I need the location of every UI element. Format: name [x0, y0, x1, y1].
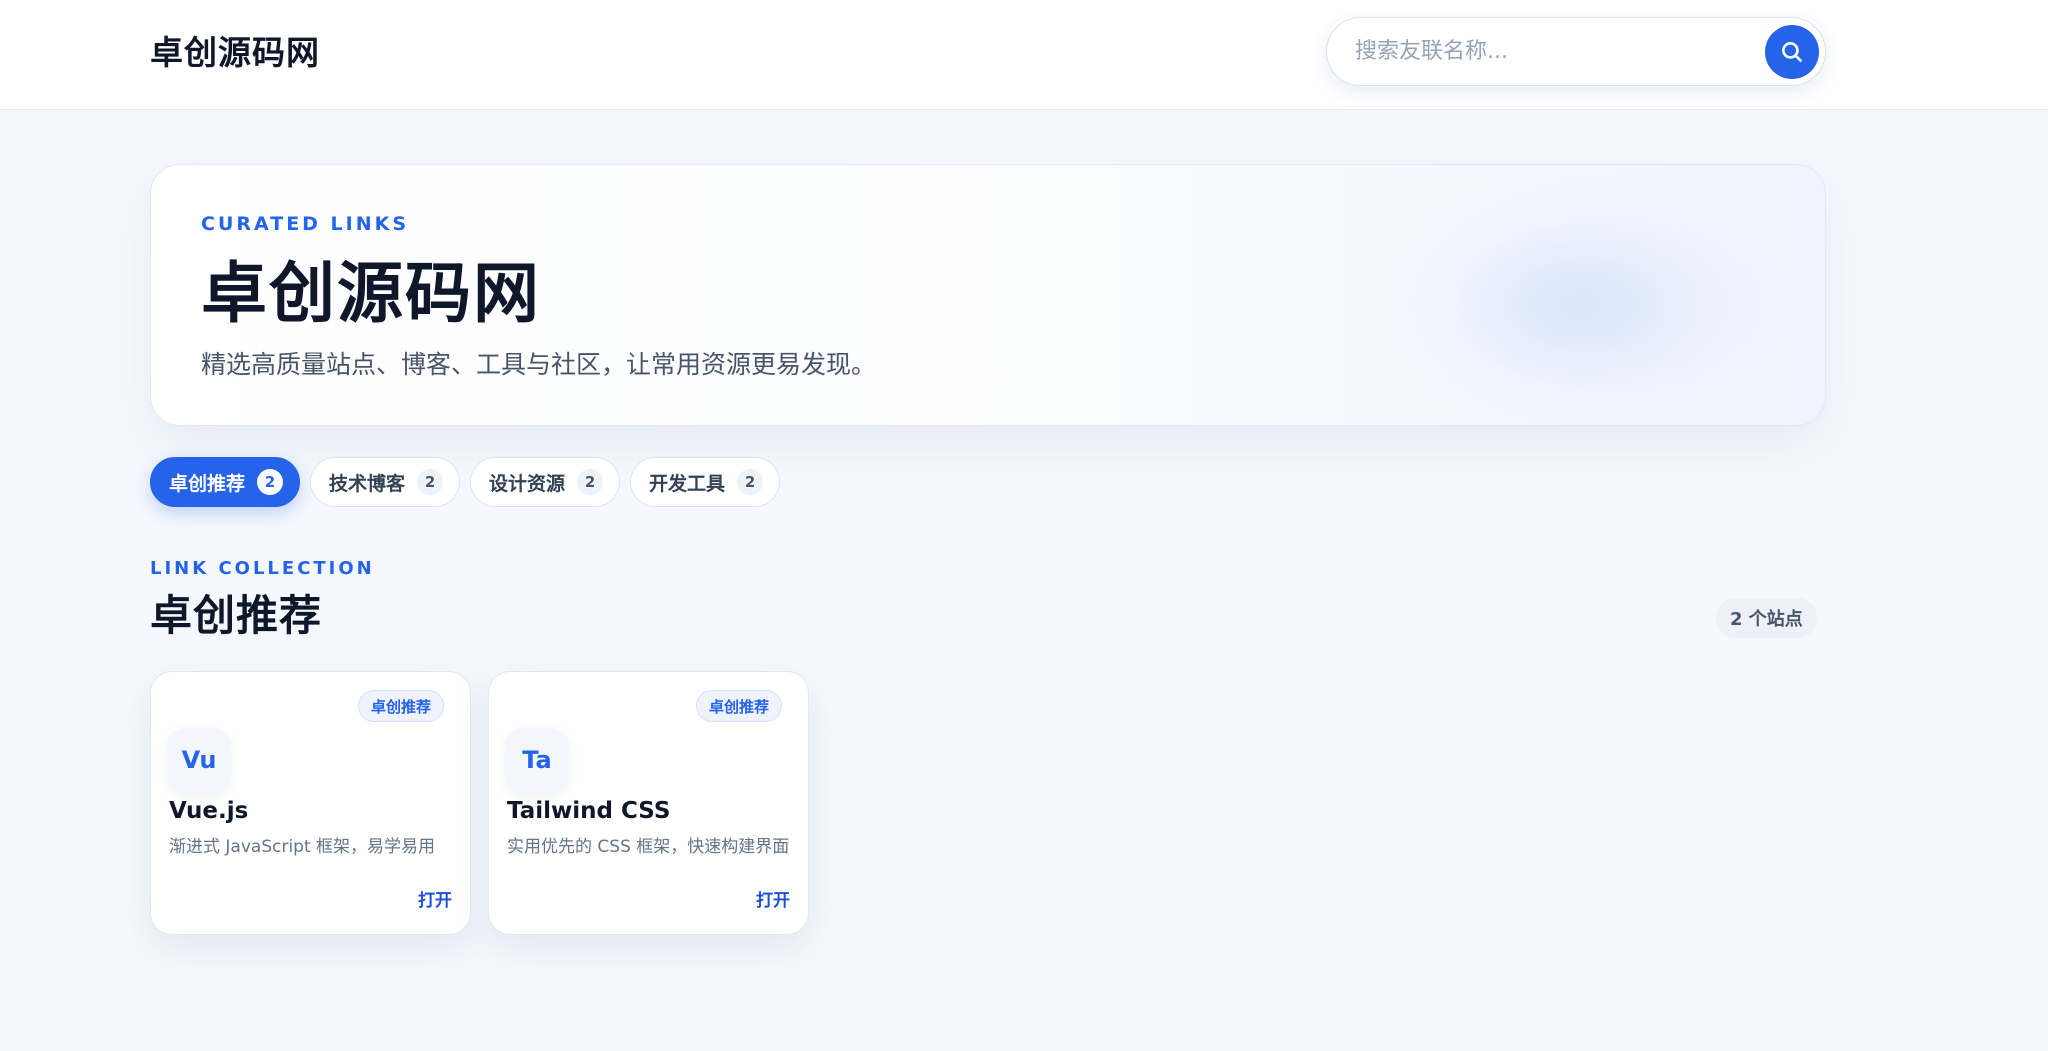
tab-count-badge: 2	[257, 469, 284, 495]
card-logo: Ta	[505, 728, 569, 792]
hero-banner: CURATED LINKS 卓创源码网 精选高质量站点、博客、工具与社区，让常用…	[150, 164, 1826, 426]
hero-subtitle: 精选高质量站点、博客、工具与社区，让常用资源更易发现。	[201, 350, 877, 379]
tab-count-badge: 2	[577, 469, 604, 495]
tab-zhuochuang-recommend[interactable]: 卓创推荐 2	[150, 457, 301, 507]
card-description: 渐进式 JavaScript 框架，易学易用	[169, 837, 436, 857]
card-open-link[interactable]: 打开	[756, 886, 790, 911]
tab-dev-tools[interactable]: 开发工具 2	[630, 457, 781, 507]
tab-design-resources[interactable]: 设计资源 2	[470, 457, 621, 507]
card-title: Vue.js	[169, 798, 249, 824]
section-title: 卓创推荐	[150, 591, 323, 640]
hero-title: 卓创源码网	[201, 255, 541, 332]
top-bar: 卓创源码网	[0, 0, 2048, 110]
card-category-badge: 卓创推荐	[357, 690, 444, 722]
link-card-vuejs[interactable]: 卓创推荐 Vu Vue.js 渐进式 JavaScript 框架，易学易用 打开	[150, 671, 471, 935]
hero-glow-decoration	[1371, 175, 1791, 425]
card-open-link[interactable]: 打开	[418, 886, 452, 911]
tab-count-badge: 2	[737, 469, 764, 495]
card-logo: Vu	[167, 728, 231, 792]
card-title: Tailwind CSS	[507, 798, 671, 824]
tab-label: 设计资源	[489, 472, 566, 495]
site-brand[interactable]: 卓创源码网	[150, 28, 320, 78]
search-box	[1326, 17, 1826, 86]
card-category-badge: 卓创推荐	[695, 690, 782, 722]
search-input[interactable]	[1355, 18, 1755, 85]
category-tabs: 卓创推荐 2 技术博客 2 设计资源 2 开发工具 2	[150, 457, 781, 507]
tab-count-badge: 2	[417, 469, 444, 495]
hero-kicker: CURATED LINKS	[201, 213, 410, 235]
search-icon	[1782, 42, 1802, 62]
tab-label: 开发工具	[649, 472, 726, 495]
tab-label: 卓创推荐	[169, 472, 246, 495]
tab-tech-blog[interactable]: 技术博客 2	[310, 457, 461, 507]
section-kicker: LINK COLLECTION	[150, 558, 375, 579]
card-description: 实用优先的 CSS 框架，快速构建界面	[507, 837, 790, 857]
link-card-tailwind[interactable]: 卓创推荐 Ta Tailwind CSS 实用优先的 CSS 框架，快速构建界面…	[488, 671, 809, 935]
search-button[interactable]	[1765, 25, 1819, 79]
tab-label: 技术博客	[329, 472, 406, 495]
section-site-count: 2 个站点	[1716, 598, 1817, 638]
